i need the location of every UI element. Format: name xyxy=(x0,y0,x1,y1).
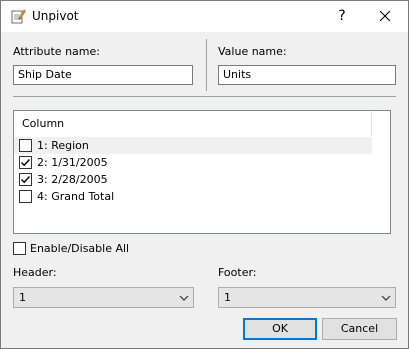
close-icon xyxy=(379,10,391,22)
ok-button[interactable]: OK xyxy=(243,318,317,340)
header-label: Header: xyxy=(13,266,57,279)
notepad-pencil-icon xyxy=(10,8,26,24)
column-checkbox-2[interactable] xyxy=(19,156,32,169)
chevron-down-icon xyxy=(381,295,391,301)
value-name-input[interactable]: Units xyxy=(218,65,396,85)
close-button[interactable] xyxy=(362,1,408,32)
column-list-header[interactable]: Column xyxy=(14,111,372,135)
value-name-label: Value name: xyxy=(218,45,287,58)
vertical-divider xyxy=(206,39,207,91)
footer-select[interactable]: 1 xyxy=(218,287,396,308)
list-item[interactable]: 3: 2/28/2005 xyxy=(14,171,372,188)
list-item-label: 2: 1/31/2005 xyxy=(37,156,108,169)
list-item[interactable]: 2: 1/31/2005 xyxy=(14,154,372,171)
footer-label: Footer: xyxy=(218,266,257,279)
checkmark-icon xyxy=(21,159,31,167)
cancel-button[interactable]: Cancel xyxy=(322,318,397,340)
footer-select-value: 1 xyxy=(224,291,231,304)
column-checkbox-4[interactable] xyxy=(19,190,32,203)
window-title: Unpivot xyxy=(32,9,79,23)
enable-disable-all-label: Enable/Disable All xyxy=(30,242,130,255)
unpivot-dialog: Unpivot ? Attribute name: Ship Date Valu… xyxy=(0,0,409,349)
horizontal-divider xyxy=(13,96,396,97)
list-item-label: 4: Grand Total xyxy=(37,190,115,203)
list-item-label: 1: Region xyxy=(37,139,89,152)
column-checkbox-1[interactable] xyxy=(19,139,32,152)
title-bar[interactable]: Unpivot ? xyxy=(1,1,408,32)
header-select-value: 1 xyxy=(19,291,26,304)
help-button[interactable]: ? xyxy=(323,1,361,32)
attribute-name-label: Attribute name: xyxy=(13,45,100,58)
list-item-label: 3: 2/28/2005 xyxy=(37,173,108,186)
column-list[interactable]: Column 1: Region 2: 1/31/2005 3: 2/28/20… xyxy=(13,110,391,234)
attribute-name-input[interactable]: Ship Date xyxy=(13,65,193,85)
chevron-down-icon xyxy=(179,295,189,301)
list-item[interactable]: 4: Grand Total xyxy=(14,188,372,205)
list-item[interactable]: 1: Region xyxy=(14,137,372,154)
checkmark-icon xyxy=(21,176,31,184)
column-checkbox-3[interactable] xyxy=(19,173,32,186)
column-header-label: Column xyxy=(22,117,65,130)
header-select[interactable]: 1 xyxy=(13,287,194,308)
enable-disable-all-checkbox[interactable] xyxy=(13,242,26,255)
